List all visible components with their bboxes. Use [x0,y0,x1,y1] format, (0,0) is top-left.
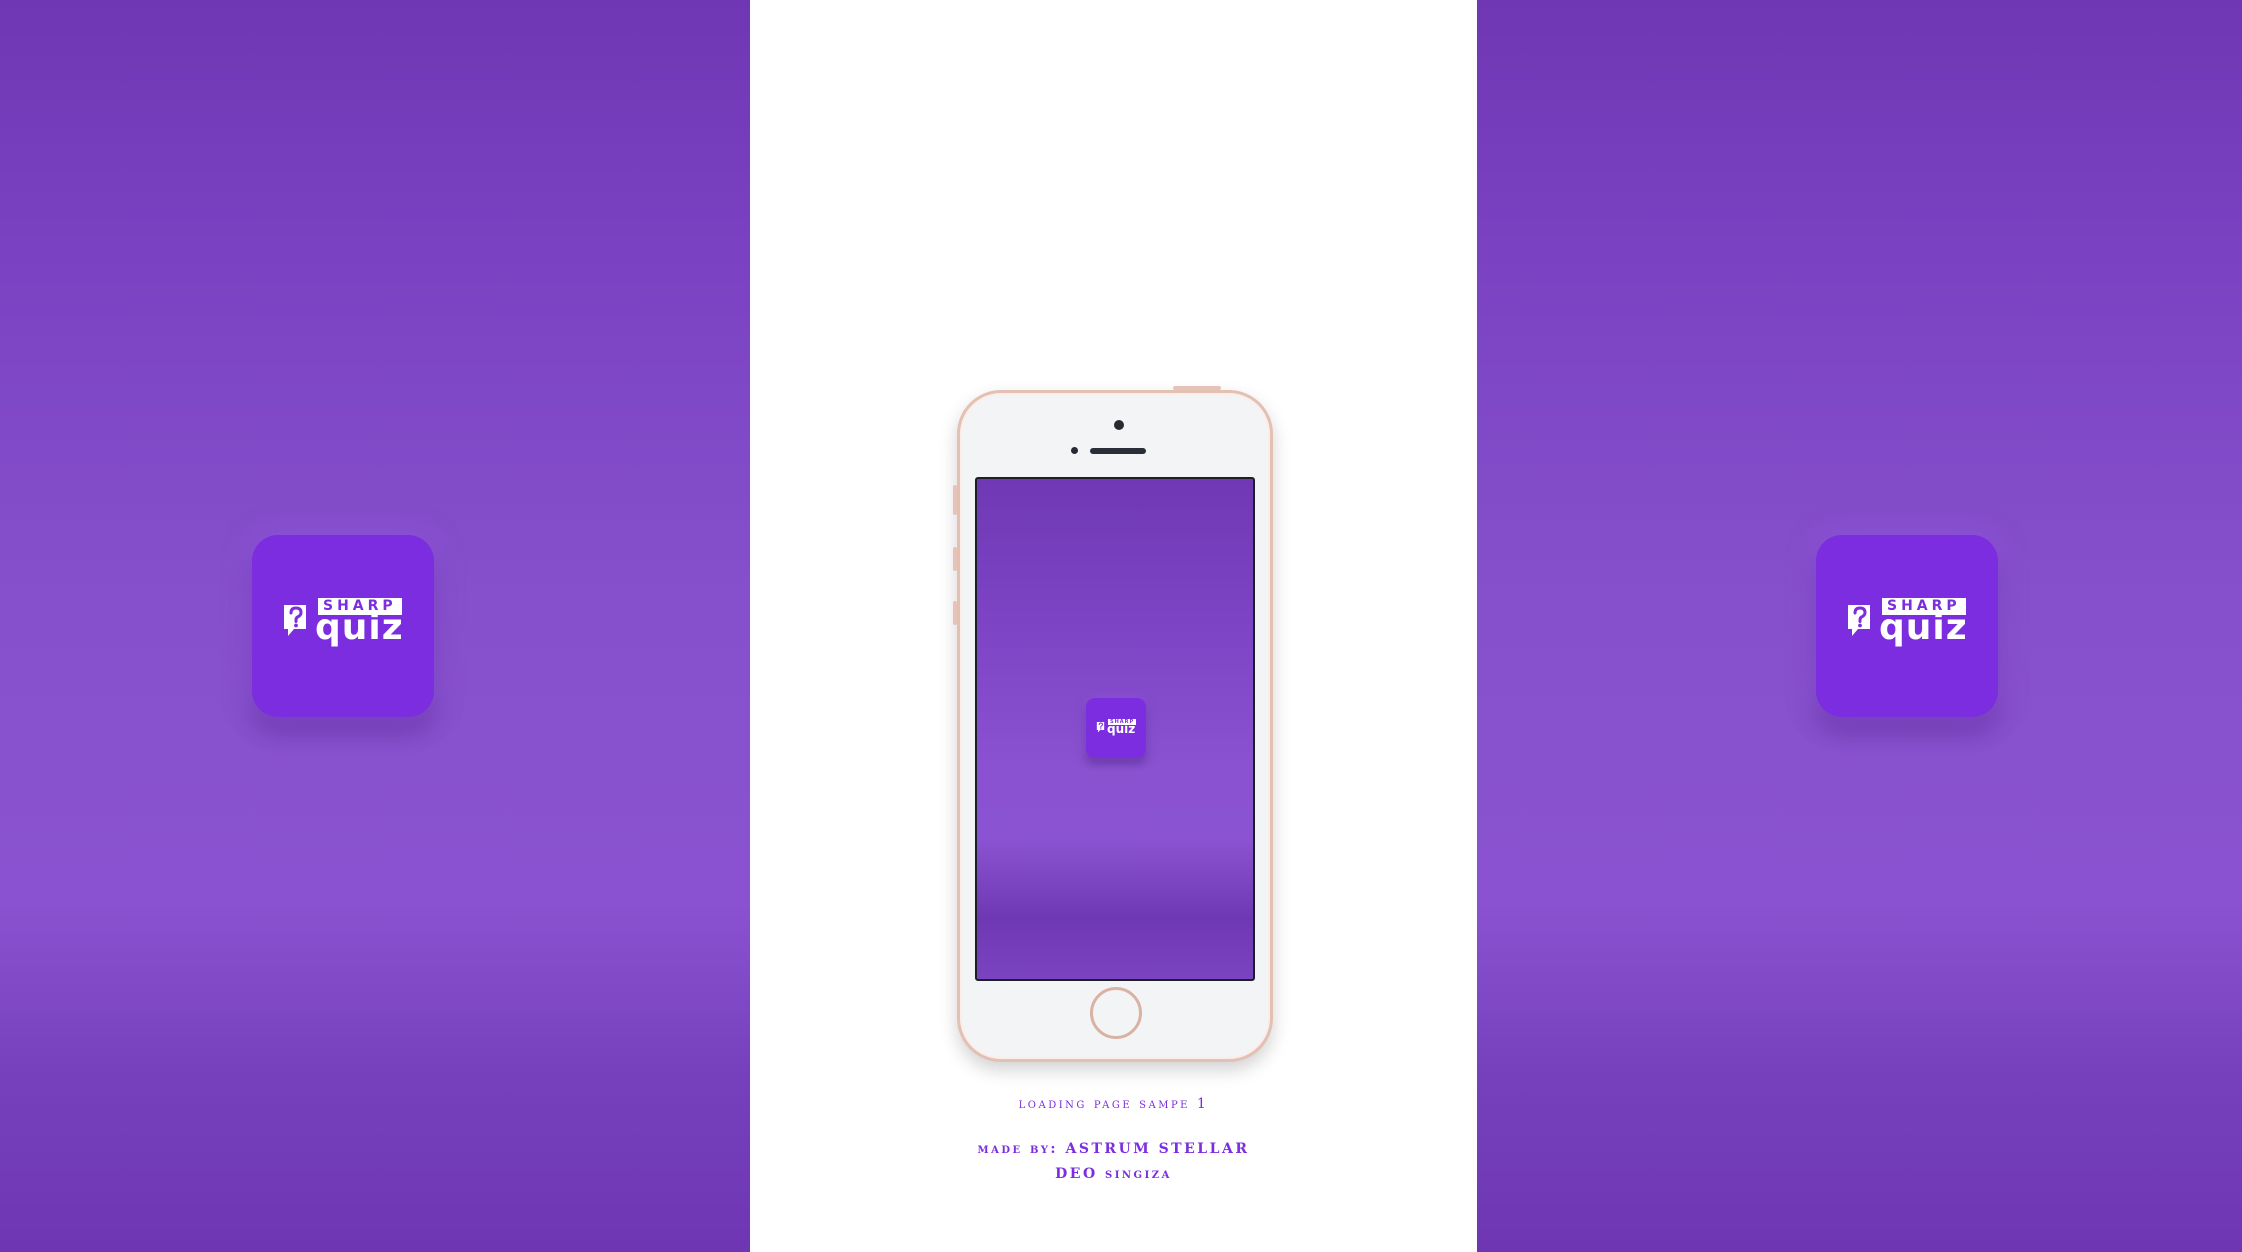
app-logo: SHARP quiz [282,598,404,654]
logo-quiz-text: quiz [1879,607,1968,648]
showcase-canvas: SHARP quiz SHARP quiz SHARP quiz loading… [0,0,2242,1252]
question-bubble-icon [1848,605,1870,636]
caption-credit: made by: ASTRUM STELLAR [977,1141,1250,1157]
phone-mute-switch [953,485,957,515]
phone-top-button [1173,386,1221,390]
question-bubble-icon [1096,721,1105,732]
logo-quiz-text: quiz [315,607,404,648]
home-button[interactable] [1090,987,1142,1039]
app-icon-left: SHARP quiz [252,535,434,717]
phone-screen: SHARP quiz [975,477,1255,981]
earpiece-speaker [1090,448,1146,454]
app-logo: SHARP quiz [1096,718,1137,738]
logo-quiz-text: quiz [1107,721,1136,736]
app-icon-right: SHARP quiz [1816,535,1998,717]
proximity-sensor [1071,447,1078,454]
question-bubble-icon [284,605,306,636]
caption-author: DEO singiza [1055,1166,1172,1182]
phone-mockup: SHARP quiz [953,386,1273,1062]
loading-app-icon: SHARP quiz [1086,698,1146,758]
phone-volume-up [953,547,957,571]
app-logo: SHARP quiz [1846,598,1968,654]
caption-title: loading page sampe 1 [1018,1096,1209,1112]
phone-volume-down [953,601,957,625]
front-camera [1114,420,1124,430]
